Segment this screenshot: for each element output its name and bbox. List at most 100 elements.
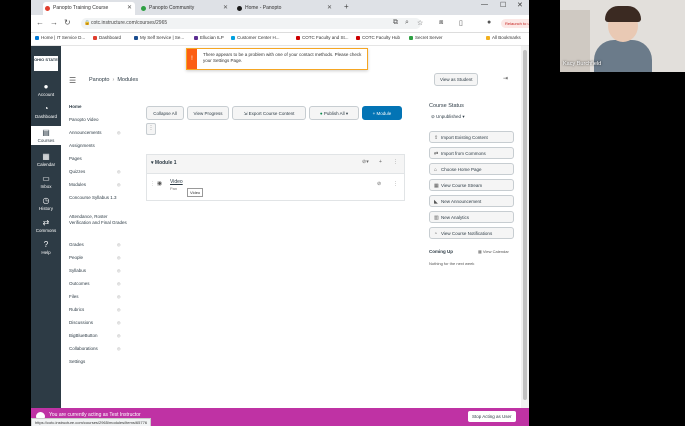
module-title: ▾ Module 1: [151, 160, 177, 166]
collapse-sidebar-icon[interactable]: ⇥: [503, 75, 508, 82]
eye-icon: ◎: [117, 130, 121, 135]
window-close-icon[interactable]: ✕: [517, 1, 523, 9]
relaunch-button[interactable]: Relaunch to update: [501, 19, 529, 28]
folder-icon: [486, 35, 490, 40]
view-as-student-button[interactable]: View as Student: [434, 73, 479, 86]
course-nav-rubrics[interactable]: Rubrics: [69, 307, 84, 313]
scrollbar-thumb[interactable]: [523, 50, 527, 400]
course-nav-pages[interactable]: Pages: [69, 156, 82, 162]
back-icon[interactable]: ←: [36, 18, 44, 27]
global-nav-courses[interactable]: ▤ Courses: [31, 126, 61, 145]
course-nav-panopto-video[interactable]: Panopto Video: [69, 117, 98, 123]
global-nav-account[interactable]: ● Account: [31, 82, 61, 97]
tab-panopto-training[interactable]: Panopto Training Course ✕: [43, 2, 135, 15]
chevron-down-icon: ▾: [461, 114, 465, 119]
bookmark-favicon-icon: [296, 35, 300, 40]
unpublished-dropdown[interactable]: ⊘ Unpublished ▾: [431, 114, 465, 120]
course-nav-syllabus[interactable]: Syllabus: [69, 268, 86, 274]
course-nav-collaborations[interactable]: Collaborations: [69, 346, 98, 352]
global-nav-calendar[interactable]: ▦ Calendar: [31, 152, 61, 167]
bookmark-item[interactable]: Secret Server: [409, 35, 443, 40]
sidepanel-icon[interactable]: ▯: [459, 19, 463, 27]
import-from-commons-button[interactable]: ⇄ Import from Commons: [429, 147, 514, 159]
module-item-title[interactable]: Video: [170, 179, 183, 185]
chevron-down-icon: ▾: [344, 111, 349, 116]
reload-icon[interactable]: ↻: [64, 18, 71, 27]
add-item-icon[interactable]: +: [379, 159, 382, 165]
global-nav-dashboard[interactable]: ◔ Dashboard: [31, 104, 61, 119]
new-announcement-button[interactable]: ◣ New Announcement: [429, 195, 514, 207]
module-kebab-icon[interactable]: ⋮: [393, 159, 398, 165]
import-existing-content-button[interactable]: ⇪ Import Existing Content: [429, 131, 514, 143]
view-progress-button[interactable]: View Progress: [187, 106, 229, 120]
course-nav-home[interactable]: Home: [69, 104, 82, 110]
course-nav-discussions[interactable]: Discussions: [69, 320, 93, 326]
course-nav-bigbluebutton[interactable]: BigBlueButton: [69, 333, 98, 339]
export-course-content-button[interactable]: ⇲ Export Course Content: [232, 106, 306, 120]
close-icon[interactable]: ✕: [327, 2, 332, 15]
global-nav-commons[interactable]: ⇄ Commons: [31, 218, 61, 233]
global-nav-history[interactable]: ◷ History: [31, 196, 61, 211]
close-icon[interactable]: ✕: [127, 2, 132, 15]
bookmark-favicon-icon: [134, 35, 138, 40]
course-nav-outcomes[interactable]: Outcomes: [69, 281, 90, 287]
unpublished-icon[interactable]: ⊘: [377, 181, 381, 187]
account-icon: ●: [43, 82, 49, 91]
course-nav-people[interactable]: People: [69, 255, 83, 261]
bookmark-item[interactable]: Home | IT Service D...: [35, 35, 85, 40]
publish-status-icon[interactable]: ⊘▾: [362, 159, 369, 165]
bookmark-item[interactable]: Ellucian ILP: [194, 35, 224, 40]
course-nav-assignments[interactable]: Assignments: [69, 143, 95, 149]
address-bar[interactable]: 🔒 cotc.instructure.com/courses/2965: [81, 18, 421, 29]
item-kebab-icon[interactable]: ⋮: [393, 181, 398, 187]
tab-panopto-community[interactable]: Panopto Community ✕: [139, 2, 231, 15]
close-icon[interactable]: ✕: [223, 2, 228, 15]
course-nav-quizzes[interactable]: Quizzes: [69, 169, 85, 175]
course-nav-concourse-syllabus[interactable]: Concourse Syllabus 1.3: [69, 195, 119, 201]
bookmark-item[interactable]: COTC Faculty Hub: [356, 35, 400, 40]
new-tab-icon[interactable]: +: [344, 2, 349, 11]
page-scrollbar[interactable]: [521, 46, 529, 408]
maximize-icon[interactable]: ☐: [500, 1, 506, 9]
extensions-icon[interactable]: ⧈: [439, 19, 443, 27]
bookmark-item[interactable]: Customer Center H...: [231, 35, 280, 40]
stream-icon: ▦: [434, 183, 439, 189]
course-nav-attendance[interactable]: Attendance, Roster Verification and Fina…: [69, 214, 127, 226]
bookmark-item[interactable]: COTC Faculty and St...: [296, 35, 349, 40]
help-icon: ?: [43, 240, 49, 249]
add-module-button[interactable]: + Module: [362, 106, 402, 120]
global-nav-inbox[interactable]: ▭ Inbox: [31, 174, 61, 189]
module-item[interactable]: ⋮⋮ ◉ Video Pan Video ⊘ ⋮: [147, 174, 404, 197]
view-course-notifications-button[interactable]: ◔ View Course Notifications: [429, 227, 514, 239]
bookmark-item[interactable]: My Self Service | Se...: [134, 35, 184, 40]
install-icon[interactable]: ⧉: [393, 19, 398, 27]
institution-logo[interactable]: OHIO STATE: [34, 56, 58, 71]
new-analytics-button[interactable]: ▥ New Analytics: [429, 211, 514, 223]
choose-home-page-button[interactable]: ⌂ Choose Home Page: [429, 163, 514, 175]
stop-acting-button[interactable]: Stop Acting as User: [468, 411, 516, 422]
course-nav-announcements[interactable]: Announcements: [69, 130, 102, 136]
global-nav-help[interactable]: ? Help: [31, 240, 61, 255]
course-nav-grades[interactable]: Grades: [69, 242, 84, 248]
view-calendar-link[interactable]: ▦ View Calendar: [478, 249, 509, 254]
forward-icon[interactable]: →: [50, 18, 58, 27]
minimize-icon[interactable]: —: [481, 1, 488, 8]
module-header[interactable]: ▾ Module 1 ⊘▾ + ⋮: [147, 155, 404, 174]
zoom-icon[interactable]: ⌕: [405, 19, 409, 27]
profile-icon[interactable]: ●: [487, 19, 491, 26]
all-bookmarks[interactable]: All Bookmarks: [486, 35, 521, 40]
bookmark-star-icon[interactable]: ☆: [417, 19, 423, 27]
bookmark-item[interactable]: Dashboard: [93, 35, 121, 40]
more-options-icon[interactable]: ⋮: [146, 123, 156, 135]
breadcrumb-course[interactable]: Panopto: [89, 77, 110, 83]
course-nav-settings[interactable]: Settings: [69, 359, 85, 365]
hamburger-menu-icon[interactable]: ☰: [69, 76, 76, 85]
course-nav-modules[interactable]: Modules: [69, 182, 86, 188]
bookmark-favicon-icon: [231, 35, 235, 40]
tab-home-panopto[interactable]: Home - Panopto ✕: [235, 2, 335, 15]
course-nav-files[interactable]: Files: [69, 294, 79, 300]
eye-icon: ◎: [117, 320, 121, 325]
collapse-all-button[interactable]: Collapse All: [146, 106, 184, 120]
publish-all-button[interactable]: ● Publish All ▾: [309, 106, 359, 120]
view-course-stream-button[interactable]: ▦ View Course Stream: [429, 179, 514, 191]
